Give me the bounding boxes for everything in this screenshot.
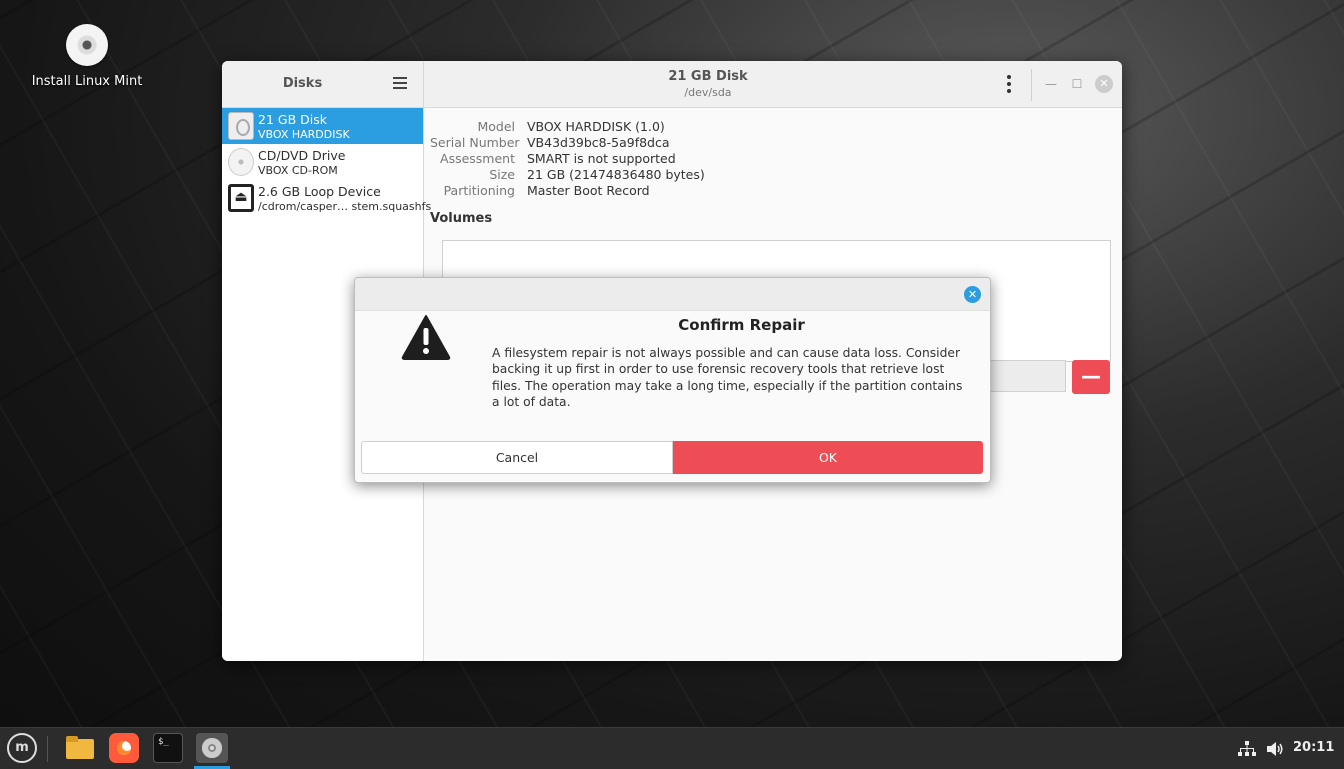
prop-value: SMART is not supported bbox=[527, 151, 676, 166]
files-icon[interactable] bbox=[65, 733, 95, 763]
prop-value: VB43d39bc8-5a9f8dca bbox=[527, 135, 670, 150]
confirm-repair-dialog: ✕ Confirm Repair A filesystem repair is … bbox=[354, 277, 991, 483]
close-icon[interactable]: ✕ bbox=[1095, 75, 1113, 93]
warning-icon bbox=[401, 315, 451, 360]
sidebar-item-21gb-disk[interactable]: 21 GB Disk VBOX HARDDISK bbox=[222, 108, 423, 144]
eject-icon: ⏏ bbox=[228, 184, 254, 212]
disk-name: 2.6 GB Loop Device bbox=[258, 184, 381, 199]
prop-label: Assessment bbox=[440, 151, 515, 166]
sidebar-header: Disks bbox=[222, 61, 423, 108]
prop-value: VBOX HARDDISK (1.0) bbox=[527, 119, 665, 134]
terminal-icon[interactable]: $_ bbox=[153, 733, 183, 763]
volume-toolbar bbox=[988, 360, 1066, 392]
prop-label: Size bbox=[489, 167, 515, 182]
firefox-icon[interactable] bbox=[109, 733, 139, 763]
cd-icon bbox=[66, 24, 108, 66]
prop-assessment: Assessment SMART is not supported bbox=[430, 151, 705, 167]
maximize-icon[interactable]: ☐ bbox=[1068, 75, 1086, 93]
disk-sub: VBOX HARDDISK bbox=[258, 128, 350, 141]
disk-name: CD/DVD Drive bbox=[258, 148, 346, 163]
dialog-message: A filesystem repair is not always possib… bbox=[492, 346, 963, 409]
disk-properties: Model VBOX HARDDISK (1.0) Serial Number VB… bbox=[430, 119, 705, 199]
cdrom-icon bbox=[228, 148, 254, 176]
desktop-icon-label: Install Linux Mint bbox=[31, 74, 143, 89]
prop-value: Master Boot Record bbox=[527, 183, 650, 198]
dialog-titlebar: ✕ bbox=[355, 278, 990, 311]
main-header: 21 GB Disk /dev/sda — ☐ ✕ bbox=[424, 61, 1122, 108]
dialog-title: Confirm Repair bbox=[678, 316, 805, 334]
taskbar-divider bbox=[47, 736, 48, 762]
dialog-close-icon[interactable]: ✕ bbox=[964, 286, 981, 303]
network-icon[interactable] bbox=[1238, 741, 1256, 757]
delete-partition-button[interactable]: — bbox=[1072, 360, 1110, 394]
prop-partitioning: Partitioning Master Boot Record bbox=[430, 183, 705, 199]
clock[interactable]: 20:11 bbox=[1293, 740, 1334, 755]
minimize-icon[interactable]: — bbox=[1042, 75, 1060, 93]
hamburger-menu-icon[interactable] bbox=[393, 77, 407, 89]
window-title: 21 GB Disk bbox=[668, 69, 748, 84]
disk-sub: /cdrom/casper… stem.squashfs bbox=[258, 200, 432, 213]
volumes-title: Volumes bbox=[430, 211, 493, 226]
prop-serial: Serial Number VB43d39bc8-5a9f8dca bbox=[430, 135, 705, 151]
sidebar-item-cd-dvd-drive[interactable]: CD/DVD Drive VBOX CD-ROM bbox=[222, 144, 423, 180]
more-options-icon[interactable] bbox=[1006, 75, 1012, 93]
disk-sub: VBOX CD-ROM bbox=[258, 164, 338, 177]
taskbar: m $_ 20:11 bbox=[0, 727, 1344, 769]
desktop-icon-install-linux-mint[interactable]: Install Linux Mint bbox=[28, 24, 146, 89]
prop-label: Partitioning bbox=[443, 183, 515, 198]
header-divider bbox=[1031, 69, 1032, 101]
prop-label: Model bbox=[477, 119, 515, 134]
sidebar-item-loop-device[interactable]: ⏏ 2.6 GB Loop Device /cdrom/casper… stem… bbox=[222, 180, 431, 216]
ok-button[interactable]: OK bbox=[673, 441, 983, 474]
prop-value: 21 GB (21474836480 bytes) bbox=[527, 167, 705, 182]
window-subtitle: /dev/sda bbox=[684, 86, 732, 99]
volume-icon[interactable] bbox=[1266, 741, 1284, 757]
sidebar-title: Disks bbox=[282, 76, 323, 91]
prop-label: Serial Number bbox=[430, 135, 520, 150]
mint-menu-icon[interactable]: m bbox=[7, 733, 37, 763]
cancel-button[interactable]: Cancel bbox=[361, 441, 673, 474]
prop-model: Model VBOX HARDDISK (1.0) bbox=[430, 119, 705, 135]
prop-size: Size 21 GB (21474836480 bytes) bbox=[430, 167, 705, 183]
hdd-icon bbox=[228, 112, 254, 140]
disk-name: 21 GB Disk bbox=[258, 112, 327, 127]
disks-app-icon[interactable] bbox=[196, 733, 228, 763]
